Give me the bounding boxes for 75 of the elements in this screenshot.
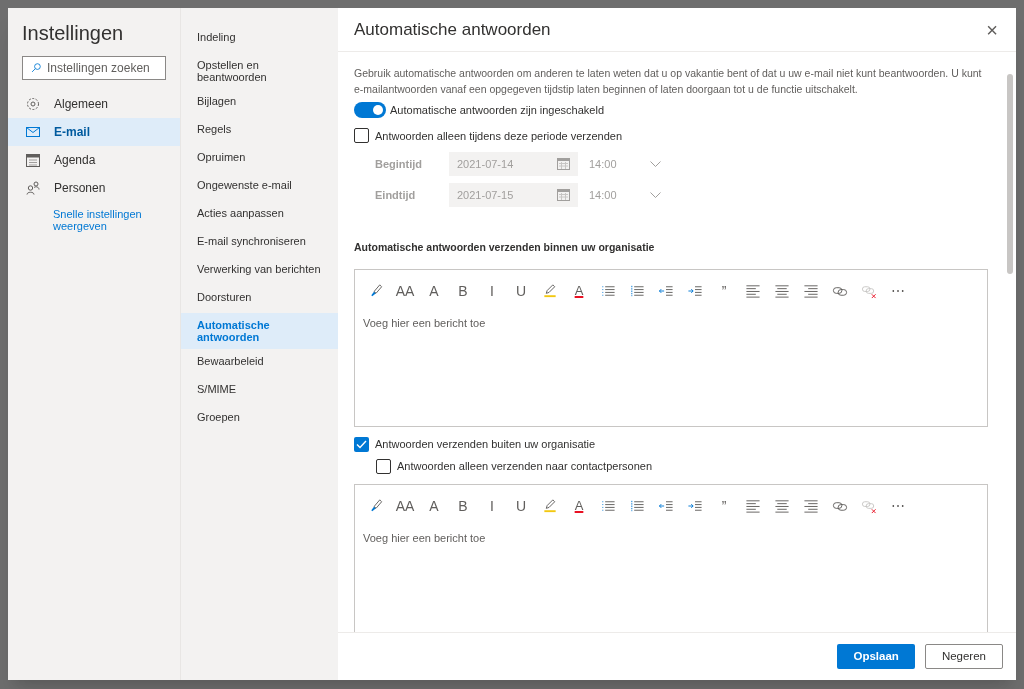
subnav-item[interactable]: E-mail synchroniseren	[181, 229, 338, 257]
editor-placeholder: Voeg hier een bericht toe	[362, 315, 487, 331]
format-button[interactable]: U	[512, 281, 530, 300]
subnav-item[interactable]: Automatische antwoorden	[181, 313, 338, 349]
format-button[interactable]: AA	[396, 281, 414, 300]
checkbox[interactable]	[354, 436, 369, 452]
format-button[interactable]: ⋯	[889, 281, 907, 300]
field-label: Begintijd	[375, 156, 424, 172]
format-button[interactable]: ”	[715, 496, 733, 515]
editor-placeholder: Voeg hier een bericht toe	[362, 530, 487, 546]
subnav-item[interactable]: Bewaarbeleid	[181, 349, 338, 377]
calendar-icon	[26, 153, 40, 167]
subnav-item[interactable]: Opruimen	[181, 145, 338, 173]
category-item[interactable]: Personen	[8, 174, 180, 202]
people-icon	[26, 181, 40, 195]
subnav-item[interactable]: Bijlagen	[181, 89, 338, 117]
checkbox[interactable]	[354, 128, 369, 144]
align-center-icon[interactable]	[774, 282, 790, 299]
format-button[interactable]: ⋯	[889, 496, 907, 515]
calendar-icon	[557, 189, 570, 201]
align-center-icon[interactable]	[774, 497, 790, 514]
subnav-item[interactable]: Doorsturen	[181, 285, 338, 313]
format-button[interactable]: ”	[715, 281, 733, 300]
message-editor[interactable]: AA A B I U A ” ⋯ Voeg hier een bericht toe	[354, 483, 988, 632]
gear-icon	[26, 97, 40, 111]
settings-title: Instellingen	[21, 21, 125, 46]
checkbox[interactable]	[376, 459, 391, 474]
subnav-item[interactable]: Ongewenste e-mail	[181, 173, 338, 201]
checkbox-label: Antwoorden alleen verzenden naar contactpersonen	[397, 459, 652, 475]
subnav-item[interactable]: Acties aanpassen	[181, 201, 338, 229]
calendar-icon	[557, 158, 570, 170]
subnav-item[interactable]: S/MIME	[181, 377, 338, 405]
format-button[interactable]: B	[454, 496, 472, 515]
category-item[interactable]: E-mail	[8, 118, 180, 146]
format-button[interactable]: I	[483, 281, 501, 300]
field-label: Eindtijd	[375, 187, 417, 203]
search-icon	[31, 61, 41, 75]
font-color-button[interactable]: A	[570, 496, 588, 515]
chevron-down-icon	[650, 192, 661, 198]
panel-title: Automatische antwoorden	[354, 18, 551, 41]
highlighter-icon[interactable]	[542, 282, 558, 299]
close-button[interactable]: ×	[986, 19, 998, 40]
subnav-item[interactable]: Verwerking van berichten	[181, 257, 338, 285]
format-button[interactable]: I	[483, 496, 501, 515]
checkbox-label: Antwoorden verzenden buiten uw organisatie	[375, 436, 596, 452]
format-button[interactable]: AA	[396, 496, 414, 515]
description: Gebruik automatische antwoorden om anderen te laten weten dat u op vakantie bent of dat u uw e-mail niet kunt beantwoorden. U kunt e-mailantwoorden vanaf een opgegeven tijdstip laten beginnen of laten doorgaan tot u de functie uitschakelt.	[354, 66, 983, 97]
category-item[interactable]: Agenda	[8, 146, 180, 174]
format-button[interactable]: A	[425, 281, 443, 300]
message-editor[interactable]: AA A B I U A ” ⋯ Voeg hier een bericht toe	[354, 268, 988, 427]
subnav-item[interactable]: Opstellen en beantwoorden	[181, 53, 338, 89]
align-right-icon[interactable]	[803, 282, 819, 299]
scrollbar[interactable]	[1007, 74, 1013, 274]
section-heading: Automatische antwoorden verzenden binnen uw organisatie	[354, 240, 656, 255]
chevron-down-icon	[650, 161, 661, 167]
checkbox-label: Antwoorden alleen tijdens deze periode verzenden	[375, 128, 623, 144]
highlighter-icon[interactable]	[542, 497, 558, 514]
toggle-switch[interactable]	[354, 102, 386, 119]
search-field[interactable]: Instellingen zoeken	[22, 56, 166, 80]
save-button[interactable]: Opslaan	[837, 644, 915, 669]
quick-settings-link[interactable]: Snelle instellingen weergeven	[53, 208, 163, 232]
align-right-icon[interactable]	[803, 497, 819, 514]
align-left-icon[interactable]	[745, 497, 761, 514]
category-item[interactable]: Algemeen	[8, 90, 180, 118]
align-left-icon[interactable]	[745, 282, 761, 299]
subnav-item[interactable]: Indeling	[181, 25, 338, 53]
subnav-item[interactable]: Groepen	[181, 405, 338, 433]
subnav-item[interactable]: Regels	[181, 117, 338, 145]
format-button[interactable]: A	[425, 496, 443, 515]
toggle-label: Automatische antwoorden zijn ingeschakeld	[390, 103, 605, 118]
format-button[interactable]: B	[454, 281, 472, 300]
font-color-button[interactable]: A	[570, 281, 588, 300]
format-button[interactable]: U	[512, 496, 530, 515]
discard-button[interactable]: Negeren	[924, 644, 1003, 669]
mail-icon	[26, 127, 40, 137]
